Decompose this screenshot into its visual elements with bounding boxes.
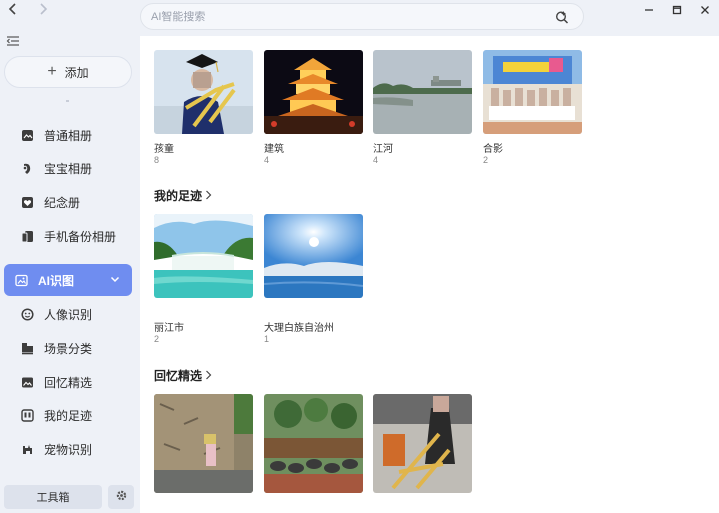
scene-label: 建筑 [264,144,284,155]
nav-arrows [8,2,48,18]
pet-icon [20,442,34,456]
maximize-button[interactable] [663,2,691,18]
album-icon [20,128,34,142]
scene-thumb-architecture[interactable] [264,50,363,134]
scene-label: 孩童 [154,144,174,155]
footprint-label: 丽江市 [154,323,184,334]
baby-icon [20,161,34,175]
chevron-down-icon [110,273,120,283]
add-album-button[interactable]: + 添加 [4,56,132,88]
close-button[interactable] [691,2,719,18]
scene-label: 合影 [483,144,503,155]
section-title-text: 我的足迹 [154,189,203,203]
sidebar-item-baby-album[interactable]: 宝宝相册 [4,152,132,184]
sidebar-item-face[interactable]: 人像识别 [4,298,132,330]
ai-image-icon [14,273,28,287]
sidebar-item-ai-recognition[interactable]: AI识图 [4,264,132,296]
scene-thumb-children[interactable] [154,50,253,134]
memory-thumb-3[interactable] [373,394,472,493]
scene-icon [20,341,34,355]
sidebar-bottom-bar: 工具箱 [4,485,134,509]
sidebar-item-label: 纪念册 [44,195,81,210]
sidebar-item-label: 我的足迹 [44,408,93,423]
divider [66,100,69,102]
gear-icon [116,488,127,506]
scene-count: 8 [154,155,160,165]
sidebar: + 添加 普通相册 宝宝相册 纪念册 手机备份相册 AI识图 人像识别 场景分类… [0,0,140,513]
scene-thumb-river[interactable] [373,50,472,134]
sidebar-item-memorial-book[interactable]: 纪念册 [4,186,132,218]
sidebar-item-normal-album[interactable]: 普通相册 [4,119,132,151]
minimize-button[interactable] [635,2,663,18]
chevron-left-icon[interactable] [8,2,18,18]
footprints-section-title[interactable]: 我的足迹 [154,187,212,204]
sidebar-item-label: 普通相册 [44,128,93,143]
sidebar-item-memories[interactable]: 回忆精选 [4,366,132,398]
sidebar-item-label: 宠物识别 [44,442,93,457]
heart-icon [20,195,34,209]
search-icon[interactable] [555,10,569,24]
chevron-right-icon [205,189,212,203]
sidebar-item-label: 场景分类 [44,341,93,356]
main-content: 孩童 8 建筑 4 江河 4 合影 2 我的足迹 丽江市 2 大理白族自治州 1… [140,36,719,513]
sidebar-item-pets[interactable]: 宠物识别 [4,433,132,465]
window-controls [635,2,719,18]
sidebar-item-label: 回忆精选 [44,375,93,390]
chevron-right-icon[interactable] [38,2,48,18]
plus-icon: + [47,63,57,80]
search-box[interactable] [140,3,584,30]
memory-thumb-1[interactable] [154,394,253,493]
collapse-sidebar-icon[interactable] [6,34,20,48]
sidebar-item-label: 宝宝相册 [44,161,93,176]
settings-button[interactable] [108,485,134,509]
scene-label: 江河 [373,144,393,155]
sidebar-item-footprints[interactable]: 我的足迹 [4,399,132,431]
section-title-text: 回忆精选 [154,369,203,383]
footprint-icon [20,408,34,422]
sidebar-item-label: 手机备份相册 [44,229,117,244]
scene-count: 4 [373,155,379,165]
add-label: 添加 [64,65,89,80]
face-icon [20,307,34,321]
scene-count: 4 [264,155,270,165]
memory-icon [20,375,34,389]
sidebar-item-scene[interactable]: 场景分类 [4,332,132,364]
footprint-label: 大理白族自治州 [264,323,334,334]
search-input[interactable] [151,10,531,23]
scene-thumb-group-photo[interactable] [483,50,582,134]
toolbox-button[interactable]: 工具箱 [4,485,102,509]
sidebar-item-phone-backup[interactable]: 手机备份相册 [4,220,132,252]
memory-thumb-2[interactable] [264,394,363,493]
sidebar-item-label: 人像识别 [44,307,93,322]
footprint-count: 2 [154,334,160,344]
memories-section-title[interactable]: 回忆精选 [154,367,212,384]
footprint-thumb-lijiang[interactable] [154,214,253,298]
footprint-count: 1 [264,334,270,344]
chevron-right-icon [205,369,212,383]
phone-backup-icon [20,229,34,243]
scene-count: 2 [483,155,489,165]
sidebar-item-label: AI识图 [38,273,75,288]
footprint-thumb-dali[interactable] [264,214,363,298]
